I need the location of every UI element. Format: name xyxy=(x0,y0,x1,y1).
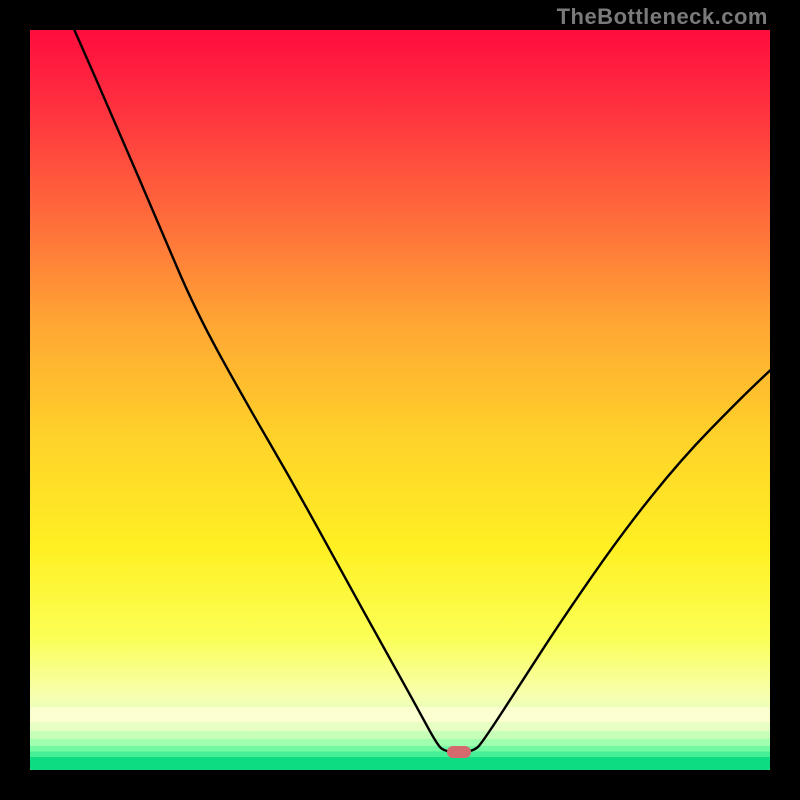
optimal-marker xyxy=(447,746,471,758)
bottleneck-curve xyxy=(30,30,770,770)
chart-frame: TheBottleneck.com xyxy=(0,0,800,800)
watermark-text: TheBottleneck.com xyxy=(557,4,768,30)
curve-path xyxy=(74,30,770,752)
plot-area xyxy=(30,30,770,770)
